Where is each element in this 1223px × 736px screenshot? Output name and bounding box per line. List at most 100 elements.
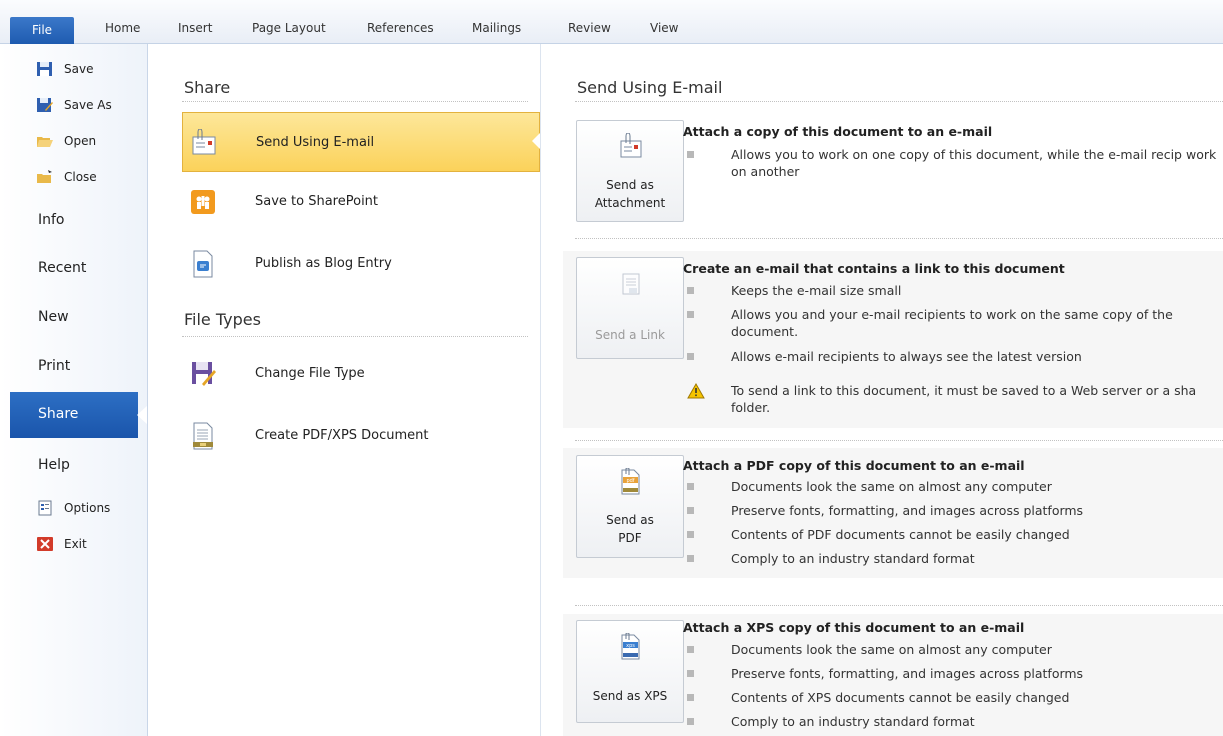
option-heading: Attach a XPS copy of this document to an… — [683, 620, 1025, 635]
close-folder-icon — [37, 170, 52, 183]
bullet-text: Comply to an industry standard format — [731, 551, 975, 566]
bullet-item: Allows e-mail recipients to always see t… — [687, 348, 1223, 366]
bullet-square-icon — [687, 507, 694, 514]
send-as-attachment-button[interactable]: Send as Attachment — [576, 120, 684, 222]
svg-text:xps: xps — [626, 643, 635, 649]
share-item-label: Save to SharePoint — [255, 194, 379, 209]
divider — [182, 336, 528, 337]
options-icon — [38, 500, 52, 516]
share-item-send-using-email[interactable]: Send Using E-mail — [182, 112, 540, 172]
pdf-xps-document-icon — [193, 422, 213, 450]
nav-share-label: Share — [38, 406, 79, 422]
email-link-icon — [622, 273, 640, 295]
bullet-text: Comply to an industry standard format — [731, 714, 975, 729]
share-item-publish-as-blog-entry[interactable]: Publish as Blog Entry — [182, 234, 540, 294]
nav-help[interactable]: Help — [38, 457, 70, 473]
bullet-item: Keeps the e-mail size small — [687, 282, 1223, 300]
bullet-square-icon — [687, 694, 694, 701]
pdf-document-icon: pdf — [621, 468, 640, 495]
email-envelope-icon — [192, 129, 216, 155]
bullet-text: Contents of XPS documents cannot be easi… — [731, 690, 1070, 705]
nav-recent[interactable]: Recent — [38, 260, 86, 276]
nav-info[interactable]: Info — [38, 212, 65, 228]
xps-document-icon: xps — [621, 633, 640, 660]
option-heading: Attach a copy of this document to an e-m… — [683, 124, 993, 139]
divider — [575, 238, 1223, 239]
bullet-square-icon — [687, 483, 694, 490]
tab-file[interactable]: File — [10, 17, 74, 44]
open-folder-icon — [37, 137, 53, 147]
tab-home[interactable]: Home — [105, 21, 140, 35]
button-label: Send as XPS — [592, 689, 668, 703]
warning-text: To send a link to this document, it must… — [731, 383, 1197, 415]
sharepoint-icon — [191, 190, 215, 214]
send-using-email-pane: Send Using E-mail Send as Attachment Att… — [541, 44, 1223, 736]
send-as-xps-button[interactable]: xps Send as XPS — [576, 620, 684, 723]
bullet-text: Preserve fonts, formatting, and images a… — [731, 503, 1084, 518]
bullet-item: Allows you and your e-mail recipients to… — [687, 306, 1223, 342]
option-send-link: Send a Link Create an e-mail that contai… — [563, 251, 1223, 428]
selection-notch — [137, 406, 147, 424]
bullet-square-icon — [687, 287, 694, 294]
save-as-icon — [37, 98, 53, 112]
tab-references[interactable]: References — [367, 21, 434, 35]
nav-save[interactable]: Save — [37, 60, 93, 78]
button-label: Send as — [606, 178, 654, 192]
file-type-create-pdf-xps[interactable]: Create PDF/XPS Document — [182, 406, 540, 466]
exit-icon — [37, 537, 53, 551]
nav-save-as[interactable]: Save As — [37, 96, 112, 114]
option-send-pdf: pdf Send as PDF Attach a PDF copy of thi… — [563, 448, 1223, 578]
bullet-square-icon — [687, 555, 694, 562]
file-type-change-file-type[interactable]: Change File Type — [182, 344, 540, 404]
button-label: PDF — [618, 531, 642, 545]
file-type-label: Change File Type — [255, 366, 365, 381]
warning-message: To send a link to this document, it must… — [687, 382, 1223, 418]
bullet-text: Allows you to work on one copy of this d… — [731, 147, 1217, 179]
nav-exit[interactable]: Exit — [37, 535, 87, 553]
option-attachment: Send as Attachment Attach a copy of this… — [563, 114, 1223, 234]
floppy-disk-icon — [37, 62, 52, 76]
bullet-text: Documents look the same on almost any co… — [731, 479, 1052, 494]
share-item-label: Publish as Blog Entry — [255, 256, 392, 271]
tab-mailings[interactable]: Mailings — [472, 21, 521, 35]
nav-open-label: Open — [64, 134, 97, 148]
tab-review[interactable]: Review — [568, 21, 611, 35]
divider — [575, 605, 1223, 606]
send-a-link-button[interactable]: Send a Link — [576, 257, 684, 359]
blog-icon — [193, 250, 213, 278]
share-heading: Share — [184, 78, 231, 97]
divider — [575, 101, 1223, 102]
button-label: Send as — [606, 513, 654, 527]
selection-notch — [532, 133, 540, 149]
bullet-square-icon — [687, 311, 694, 318]
nav-new[interactable]: New — [38, 309, 69, 325]
option-heading: Create an e-mail that contains a link to… — [683, 261, 1065, 276]
bullet-text: Allows you and your e-mail recipients to… — [731, 307, 1173, 339]
option-send-xps: xps Send as XPS Attach a XPS copy of thi… — [563, 614, 1223, 736]
option-heading: Attach a PDF copy of this document to an… — [683, 458, 1025, 473]
divider — [575, 440, 1223, 441]
tab-page-layout[interactable]: Page Layout — [252, 21, 326, 35]
nav-close[interactable]: Close — [37, 168, 97, 186]
svg-text:pdf: pdf — [626, 478, 634, 484]
nav-print[interactable]: Print — [38, 358, 70, 374]
bullet-square-icon — [687, 151, 694, 158]
bullet-square-icon — [687, 646, 694, 653]
ribbon-tabs: File Home Insert Page Layout References … — [0, 0, 1223, 44]
bullet-square-icon — [687, 670, 694, 677]
nav-exit-label: Exit — [64, 537, 87, 551]
nav-open[interactable]: Open — [37, 132, 97, 150]
bullet-text: Documents look the same on almost any co… — [731, 642, 1052, 657]
warning-icon — [687, 383, 705, 399]
nav-share[interactable]: Share — [10, 392, 147, 438]
nav-options[interactable]: Options — [38, 499, 110, 517]
nav-close-label: Close — [64, 170, 97, 184]
share-item-save-to-sharepoint[interactable]: Save to SharePoint — [182, 172, 540, 232]
tab-insert[interactable]: Insert — [178, 21, 212, 35]
tab-view[interactable]: View — [650, 21, 678, 35]
bullet-text: Contents of PDF documents cannot be easi… — [731, 527, 1070, 542]
nav-options-label: Options — [64, 501, 111, 515]
send-as-pdf-button[interactable]: pdf Send as PDF — [576, 455, 684, 558]
share-item-label: Send Using E-mail — [256, 135, 375, 150]
bullet-square-icon — [687, 353, 694, 360]
